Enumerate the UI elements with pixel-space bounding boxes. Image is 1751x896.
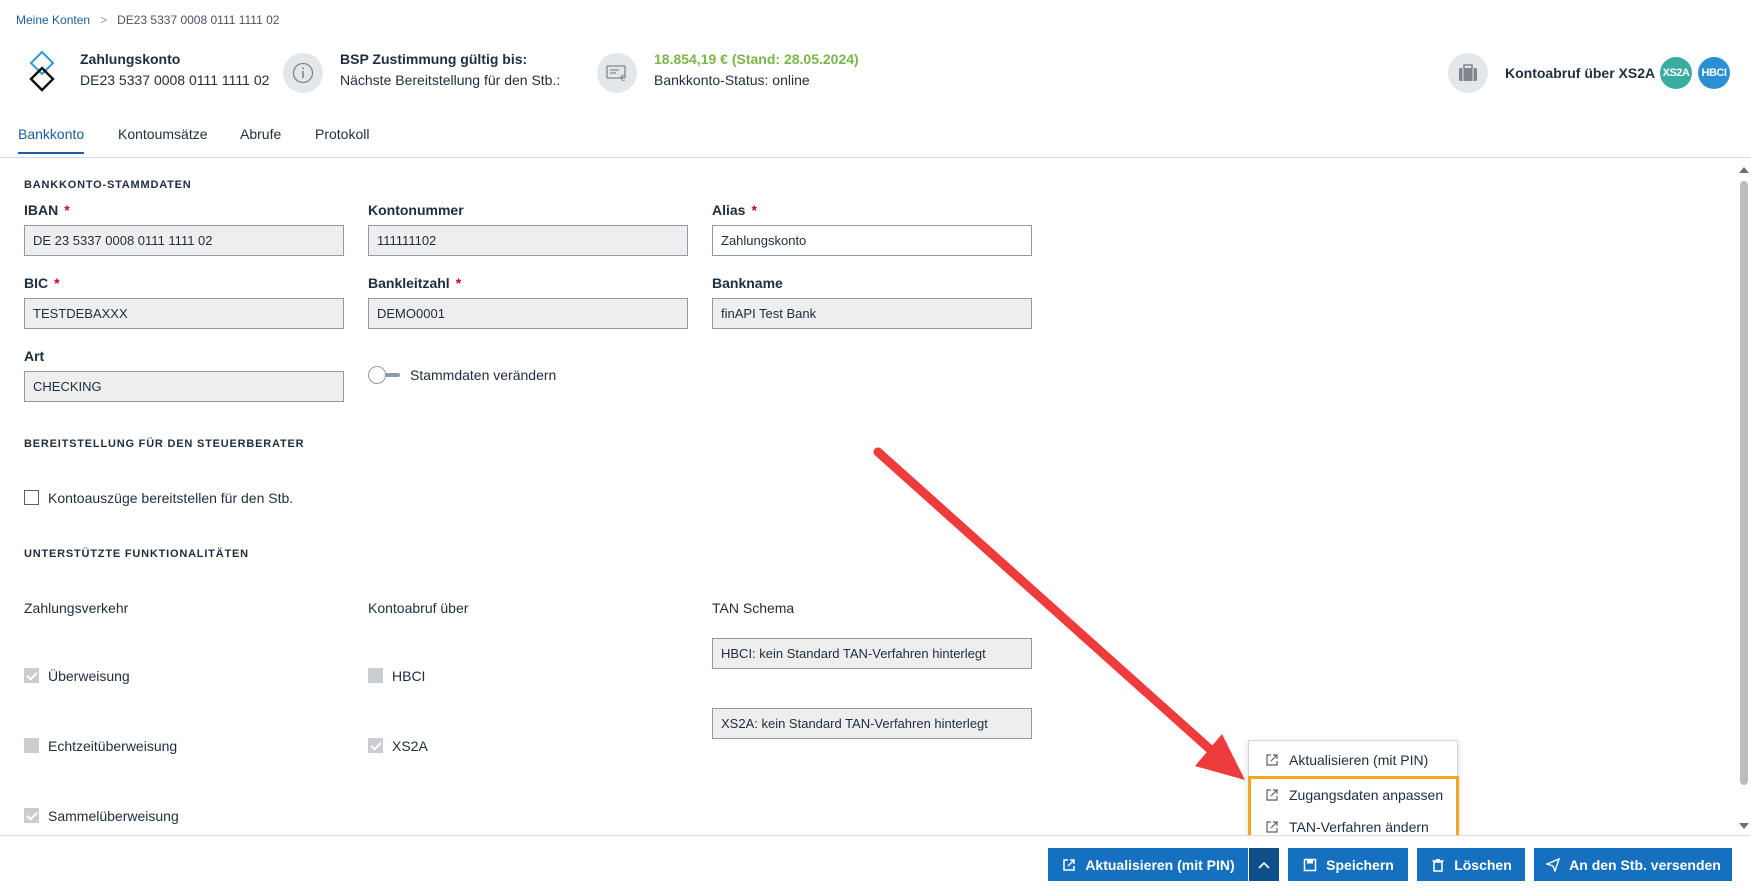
scroll-down-icon[interactable] — [1739, 823, 1749, 829]
tan-schema-title: TAN Schema — [712, 600, 795, 616]
kontoabruf-title: Kontoabruf über — [368, 600, 469, 616]
content-scrollbar[interactable] — [1736, 159, 1751, 835]
delete-button[interactable]: Löschen — [1417, 848, 1525, 881]
bsp-info: BSP Zustimmung gültig bis: Nächste Berei… — [340, 49, 560, 91]
art-field[interactable]: CHECKING — [24, 371, 344, 402]
menu-item-tan-verfahren-label: TAN-Verfahren ändern — [1289, 819, 1429, 835]
tan-hbci-field[interactable]: HBCI: kein Standard TAN-Verfahren hinter… — [712, 638, 1032, 669]
tan-xs2a-field[interactable]: XS2A: kein Standard TAN-Verfahren hinter… — [712, 708, 1032, 739]
section-title-bereitstellung: BEREITSTELLUNG FÜR DEN STEUERBERATER — [24, 438, 305, 450]
send-to-stb-button[interactable]: An den Stb. versenden — [1534, 848, 1732, 881]
tab-protokoll[interactable]: Protokoll — [315, 126, 369, 152]
hbci-badge: HBCI — [1698, 57, 1730, 89]
kontonummer-field[interactable]: 111111102 — [368, 225, 688, 256]
sammel-checkbox — [24, 808, 39, 823]
xs2a-checkbox — [368, 738, 383, 753]
kontoauszuege-label: Kontoauszüge bereitstellen für den Stb. — [48, 490, 294, 506]
refresh-pin-button[interactable]: Aktualisieren (mit PIN) — [1048, 848, 1248, 881]
art-label: Art — [24, 348, 45, 364]
iban-field[interactable]: DE 23 5337 0008 0111 1111 02 — [24, 225, 344, 256]
menu-item-refresh[interactable]: Aktualisieren (mit PIN) — [1249, 744, 1457, 776]
external-link-icon — [1266, 789, 1278, 801]
stammdaten-toggle-label: Stammdaten verändern — [410, 367, 557, 383]
tab-kontoumsaetze[interactable]: Kontoumsätze — [118, 126, 208, 152]
account-status: Bankkonto-Status: online — [654, 72, 810, 88]
save-button[interactable]: Speichern — [1288, 848, 1408, 881]
balance-info: 18.854,19 € (Stand: 28.05.2024) Bankkont… — [654, 49, 859, 91]
stammdaten-toggle[interactable] — [368, 366, 400, 384]
external-link-icon — [1266, 754, 1278, 766]
tab-bankkonto[interactable]: Bankkonto — [18, 126, 85, 154]
tab-abrufe[interactable]: Abrufe — [240, 126, 281, 152]
briefcase-icon — [1448, 53, 1488, 93]
svg-text:€: € — [620, 74, 626, 83]
save-label: Speichern — [1326, 856, 1394, 873]
scroll-up-icon[interactable] — [1739, 167, 1749, 173]
breadcrumb-separator: > — [100, 13, 108, 27]
info-icon — [283, 53, 323, 93]
echtzeit-label: Echtzeitüberweisung — [48, 738, 178, 754]
account-name: Zahlungskonto — [80, 51, 181, 67]
refresh-options-menu: Aktualisieren (mit PIN) Zugangsdaten anp… — [1248, 740, 1458, 846]
send-to-stb-label: An den Stb. versenden — [1569, 856, 1721, 873]
account-balance: 18.854,19 € (Stand: 28.05.2024) — [654, 51, 859, 67]
xs2a-label: XS2A — [392, 738, 428, 754]
send-icon — [1545, 857, 1561, 873]
refresh-options-toggle[interactable] — [1249, 848, 1279, 881]
bankname-label: Bankname — [712, 275, 783, 291]
breadcrumb: Meine Konten > DE23 5337 0008 0111 1111 … — [16, 13, 279, 27]
ueberweisung-checkbox — [24, 668, 39, 683]
sammel-label: Sammelüberweisung — [48, 808, 179, 824]
iban-label: IBAN * — [24, 202, 70, 218]
retrieval-info: Kontoabruf über XS2A — [1505, 63, 1655, 84]
account-header: Zahlungskonto DE23 5337 0008 0111 1111 0… — [0, 44, 1751, 112]
xs2a-badge: XS2A — [1660, 57, 1692, 89]
trash-icon — [1430, 857, 1446, 873]
retrieval-label: Kontoabruf über XS2A — [1505, 65, 1656, 81]
menu-item-refresh-label: Aktualisieren (mit PIN) — [1289, 752, 1429, 768]
bsp-next-provision: Nächste Bereitstellung für den Stb.: — [340, 72, 561, 88]
hbci-checkbox — [368, 668, 383, 683]
refresh-pin-label: Aktualisieren (mit PIN) — [1085, 856, 1235, 873]
menu-item-zugangsdaten[interactable]: Zugangsdaten anpassen — [1249, 779, 1457, 811]
check-euro-icon: € — [597, 53, 637, 93]
save-icon — [1302, 857, 1318, 873]
chevron-up-icon — [1256, 857, 1272, 873]
breadcrumb-current: DE23 5337 0008 0111 1111 02 — [117, 13, 280, 27]
account-iban: DE23 5337 0008 0111 1111 02 — [80, 72, 270, 88]
bic-field[interactable]: TESTDEBAXXX — [24, 298, 344, 329]
external-link-icon — [1266, 821, 1278, 833]
alias-input[interactable]: Zahlungskonto — [712, 225, 1032, 256]
ueberweisung-label: Überweisung — [48, 668, 130, 684]
bank-logo-icon — [29, 50, 55, 92]
external-link-icon — [1061, 857, 1077, 873]
account-info: Zahlungskonto DE23 5337 0008 0111 1111 0… — [80, 49, 269, 91]
tab-bar: Bankkonto Kontoumsätze Abrufe Protokoll — [0, 114, 1751, 158]
bic-label: BIC * — [24, 275, 60, 291]
section-title-funktionen: UNTERSTÜTZTE FUNKTIONALITÄTEN — [24, 548, 249, 560]
bankname-field[interactable]: finAPI Test Bank — [712, 298, 1032, 329]
scrollbar-thumb[interactable] — [1740, 181, 1748, 785]
kontoauszuege-checkbox[interactable] — [24, 490, 39, 505]
echtzeit-checkbox — [24, 738, 39, 753]
bankleitzahl-field[interactable]: DEMO0001 — [368, 298, 688, 329]
breadcrumb-root-link[interactable]: Meine Konten — [16, 13, 90, 27]
menu-item-zugangsdaten-label: Zugangsdaten anpassen — [1289, 787, 1444, 803]
bsp-title: BSP Zustimmung gültig bis: — [340, 51, 528, 67]
hbci-label: HBCI — [392, 668, 426, 684]
bankleitzahl-label: Bankleitzahl * — [368, 275, 462, 291]
action-footer: Aktualisieren (mit PIN) Speichern Lösche… — [0, 835, 1751, 896]
bank-account-form: BANKKONTO-STAMMDATEN IBAN * DE 23 5337 00… — [0, 159, 1736, 835]
delete-label: Löschen — [1454, 856, 1512, 873]
zahlungsverkehr-title: Zahlungsverkehr — [24, 600, 129, 616]
kontonummer-label: Kontonummer — [368, 202, 464, 218]
section-title-stammdaten: BANKKONTO-STAMMDATEN — [24, 179, 192, 191]
alias-label: Alias * — [712, 202, 757, 218]
